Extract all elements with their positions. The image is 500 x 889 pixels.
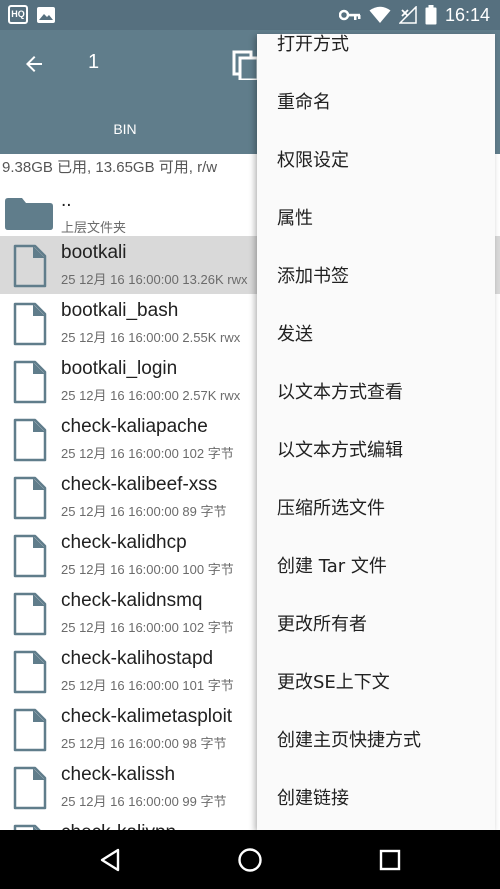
file-icon [13,360,47,404]
nav-recents-button[interactable] [370,840,410,880]
menu-item-view-as-text[interactable]: 以文本方式查看 [257,364,495,422]
back-icon [100,848,120,872]
copy-icon [232,50,260,82]
file-name: check-kalibeef-xss [61,474,218,495]
recents-icon [379,849,401,871]
menu-item-permissions[interactable]: 权限设定 [257,132,495,190]
menu-item-properties[interactable]: 属性 [257,190,495,248]
wifi-icon [369,6,391,23]
image-icon [37,6,55,23]
file-meta: 25 12月 16 16:00:00 101 字节 [61,678,234,693]
file-name: bootkali_bash [61,300,179,321]
menu-item-send[interactable]: 发送 [257,306,495,364]
file-icon [13,766,47,810]
menu-item-create-link[interactable]: 创建链接 [257,770,495,828]
file-icon [13,592,47,636]
menu-item-home-shortcut[interactable]: 创建主页快捷方式 [257,712,495,770]
menu-item-rename[interactable]: 重命名 [257,74,495,132]
file-icon [13,476,47,520]
file-icon [13,650,47,694]
menu-item-compress[interactable]: 压缩所选文件 [257,480,495,538]
copy-button[interactable] [232,48,260,82]
file-meta: 25 12月 16 16:00:00 98 字节 [61,736,227,751]
hq-icon: HQ [8,5,28,24]
home-icon [238,848,262,872]
file-name: bootkali_login [61,358,178,379]
file-meta: 25 12月 16 16:00:00 102 字节 [61,620,234,635]
status-bar: HQ 16:14 [0,0,500,30]
file-name: check-kalidnsmq [61,590,203,611]
file-name: check-kalissh [61,764,176,785]
file-meta: 25 12月 16 16:00:00 89 字节 [61,504,227,519]
file-name: check-kalihostapd [61,648,214,669]
battery-icon [425,5,437,25]
file-icon [13,418,47,462]
status-time: 16:14 [444,4,490,25]
file-icon [13,302,47,346]
file-icon [13,534,47,578]
no-signal-icon [398,6,417,24]
file-meta: 25 12月 16 16:00:00 99 字节 [61,794,227,809]
tab-bin[interactable]: BIN [0,114,250,144]
file-name: check-kalimetasploit [61,706,233,727]
file-name: check-kalidhcp [61,532,187,553]
back-button[interactable] [16,46,52,82]
file-name: .. [61,190,72,211]
file-meta: 上层文件夹 [61,220,127,235]
selection-count: 1 [88,51,100,73]
file-icon [13,708,47,752]
arrow-back-icon [26,56,42,72]
menu-item-change-se-context[interactable]: 更改SE上下文 [257,654,495,712]
status-right-icons: 16:14 [338,0,490,30]
menu-item-open-with[interactable]: 打开方式 [257,34,495,74]
menu-item-create-tar[interactable]: 创建 Tar 文件 [257,538,495,596]
file-meta: 25 12月 16 16:00:00 2.55K rwx [61,330,241,345]
file-name: check-kalivpn [61,822,176,830]
folder-icon [5,198,53,230]
file-meta: 25 12月 16 16:00:00 13.26K rwx [61,272,248,287]
menu-item-change-owner[interactable]: 更改所有者 [257,596,495,654]
file-icon [13,244,47,288]
file-meta: 25 12月 16 16:00:00 102 字节 [61,446,234,461]
file-name: check-kaliapache [61,416,208,437]
key-icon [338,9,361,21]
nav-home-button[interactable] [230,840,270,880]
file-name: bootkali [61,242,127,263]
file-meta: 25 12月 16 16:00:00 100 字节 [61,562,234,577]
context-menu: 打开方式 重命名 权限设定 属性 添加书签 发送 以文本方式查看 以文本方式编辑… [257,34,495,830]
file-meta: 25 12月 16 16:00:00 2.57K rwx [61,388,241,403]
menu-item-add-bookmark[interactable]: 添加书签 [257,248,495,306]
menu-item-edit-as-text[interactable]: 以文本方式编辑 [257,422,495,480]
nav-back-button[interactable] [90,840,130,880]
status-left-icons: HQ [8,5,56,24]
navigation-bar [0,830,500,889]
